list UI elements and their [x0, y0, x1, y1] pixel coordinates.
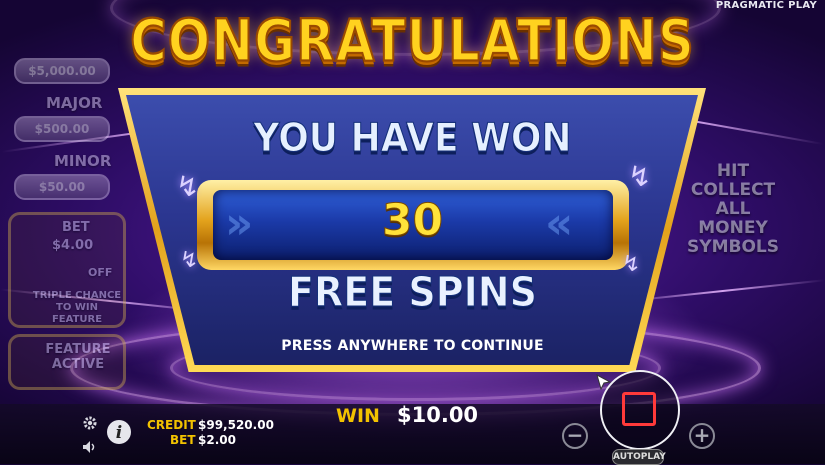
stop-icon[interactable] [622, 392, 656, 426]
svg-text:i: i [116, 423, 122, 443]
win-label: WIN [336, 405, 380, 427]
autoplay-button[interactable]: AUTOPLAY [612, 449, 666, 465]
sound-icon[interactable] [82, 440, 98, 454]
plus-icon[interactable]: + [689, 423, 715, 449]
cursor-icon [596, 374, 612, 390]
lightning-icon: ↯ [176, 170, 200, 203]
jackpot-label-major: MAJOR [46, 94, 103, 112]
lightning-icon: ↯ [628, 160, 652, 193]
minus-icon[interactable]: − [562, 423, 588, 449]
bet-label: BET [170, 433, 196, 447]
free-spins-text: FREE SPINS [288, 268, 538, 317]
you-have-won-text: YOU HAVE WON [253, 115, 572, 162]
gear-icon[interactable] [82, 415, 98, 431]
win-value: $10.00 [397, 403, 479, 427]
free-spins-amount: 30 [381, 195, 444, 247]
congratulations-title: CONGRATULATIONS [129, 7, 695, 76]
info-icon[interactable]: i [105, 418, 133, 446]
credit-label: CREDIT [147, 418, 196, 432]
bet-value: $2.00 [198, 433, 236, 447]
credit-value: $99,520.00 [198, 418, 274, 432]
press-to-continue-text[interactable]: PRESS ANYWHERE TO CONTINUE [0, 338, 825, 354]
